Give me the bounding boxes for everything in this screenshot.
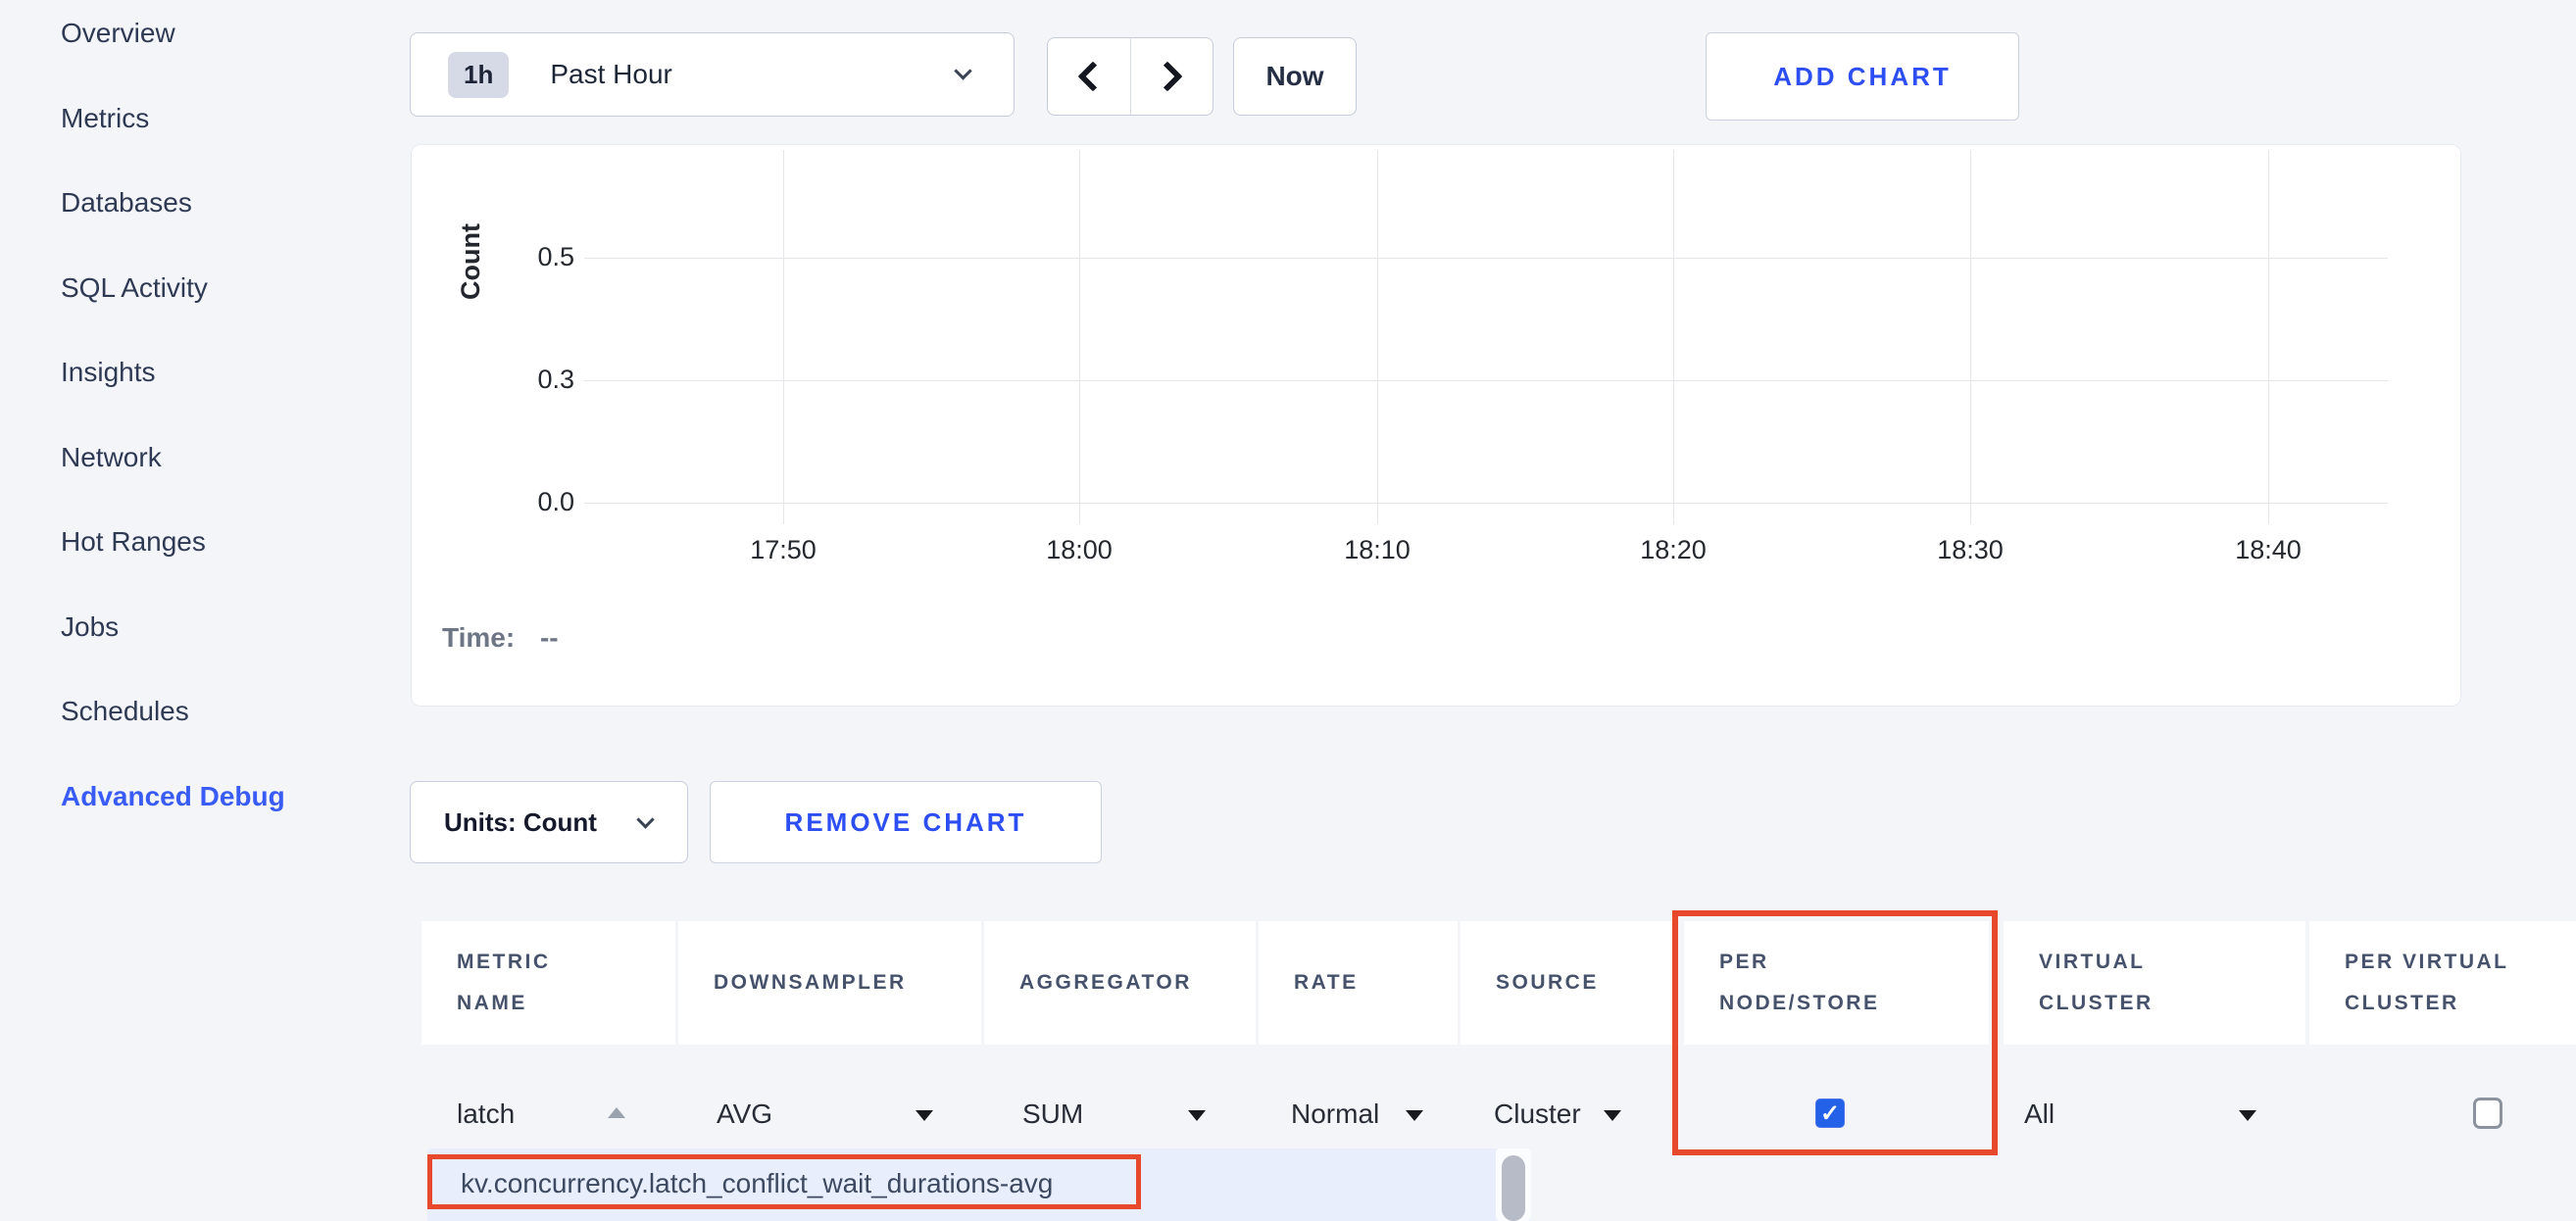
- page: Overview Metrics Databases SQL Activity …: [0, 0, 2576, 1221]
- col-header-per-node-store: Per Node/Store: [1684, 921, 1989, 1045]
- chevron-down-icon: [954, 62, 971, 79]
- col-header-source: Source: [1461, 921, 1675, 1045]
- y-tick-label: 0.3: [457, 365, 574, 395]
- sidebar-item-network[interactable]: Network: [61, 442, 162, 473]
- col-header-label: Virtual Cluster: [2039, 942, 2176, 1024]
- chevron-right-icon: [1153, 61, 1183, 91]
- x-tick-label: 18:00: [1011, 535, 1148, 565]
- dropdown-scrollbar-thumb[interactable]: [1502, 1155, 1525, 1221]
- col-header-label: Per Node/Store: [1719, 942, 1896, 1024]
- sidebar-item-insights[interactable]: Insights: [61, 357, 156, 388]
- x-tick-label: 17:50: [715, 535, 852, 565]
- virtual-cluster-select[interactable]: All: [2024, 1099, 2055, 1130]
- triangle-down-icon[interactable]: [1188, 1110, 1206, 1121]
- chevron-down-icon: [636, 810, 654, 828]
- triangle-down-icon[interactable]: [1406, 1110, 1423, 1121]
- col-header-per-virtual-cluster: Per Virtual Cluster: [2309, 921, 2576, 1045]
- sidebar-item-sql-activity[interactable]: SQL Activity: [61, 272, 208, 304]
- sidebar-item-databases[interactable]: Databases: [61, 187, 192, 219]
- hover-readout-value: --: [540, 622, 559, 653]
- sidebar-item-hot-ranges[interactable]: Hot Ranges: [61, 526, 206, 558]
- add-chart-button[interactable]: ADD CHART: [1706, 32, 2019, 121]
- aggregator-select[interactable]: SUM: [1022, 1099, 1083, 1130]
- x-tick-label: 18:40: [2200, 535, 2337, 565]
- chart-plot-area[interactable]: [584, 150, 2388, 524]
- time-step-buttons: [1047, 37, 1214, 116]
- time-range-badge: 1h: [448, 52, 509, 98]
- col-header-label: Rate: [1294, 962, 1359, 1003]
- sidebar-item-jobs[interactable]: Jobs: [61, 611, 119, 643]
- col-header-label: Metric Name: [457, 942, 584, 1024]
- rate-select[interactable]: Normal: [1291, 1099, 1379, 1130]
- col-header-label: Per Virtual Cluster: [2345, 942, 2551, 1024]
- y-tick-label: 0.0: [457, 487, 574, 517]
- hover-readout-label: Time:: [442, 622, 515, 653]
- per-virtual-cluster-checkbox[interactable]: [2473, 1098, 2502, 1129]
- col-header-metric-name: Metric Name: [421, 921, 675, 1045]
- chart-panel: Count 0.5 0.3 0.0 17:50 18:00 18:10 18:2…: [411, 144, 2461, 707]
- x-tick-label: 18:20: [1605, 535, 1742, 565]
- time-range-selector[interactable]: 1h Past Hour: [410, 32, 1015, 117]
- sidebar-item-metrics[interactable]: Metrics: [61, 103, 149, 134]
- sidebar-item-advanced-debug[interactable]: Advanced Debug: [61, 781, 285, 812]
- sidebar-item-schedules[interactable]: Schedules: [61, 696, 189, 727]
- x-tick-label: 18:30: [1902, 535, 2039, 565]
- units-selector[interactable]: Units: Count: [410, 781, 688, 863]
- col-header-virtual-cluster: Virtual Cluster: [2004, 921, 2305, 1045]
- remove-chart-button[interactable]: REMOVE CHART: [710, 781, 1102, 863]
- time-next-button[interactable]: [1131, 38, 1214, 115]
- col-header-aggregator: Aggregator: [984, 921, 1256, 1045]
- x-tick-label: 18:10: [1309, 535, 1446, 565]
- time-range-label: Past Hour: [550, 59, 672, 90]
- chart-hover-readout: Time: --: [442, 622, 559, 654]
- per-node-store-checkbox[interactable]: [1815, 1099, 1845, 1128]
- col-header-downsampler: Downsampler: [678, 921, 981, 1045]
- col-header-rate: Rate: [1259, 921, 1458, 1045]
- y-tick-label: 0.5: [457, 242, 574, 272]
- triangle-up-icon[interactable]: [608, 1107, 625, 1118]
- metric-name-input[interactable]: latch: [457, 1099, 515, 1130]
- col-header-label: Source: [1496, 962, 1599, 1003]
- units-selector-label: Units: Count: [444, 807, 597, 838]
- col-header-label: Aggregator: [1019, 962, 1192, 1003]
- triangle-down-icon[interactable]: [2239, 1110, 2256, 1121]
- triangle-down-icon[interactable]: [1604, 1110, 1621, 1121]
- source-select[interactable]: Cluster: [1494, 1099, 1581, 1130]
- chevron-left-icon: [1077, 61, 1108, 91]
- downsampler-select[interactable]: AVG: [717, 1099, 772, 1130]
- sidebar-item-overview[interactable]: Overview: [61, 18, 175, 49]
- col-header-label: Downsampler: [714, 962, 907, 1003]
- triangle-down-icon[interactable]: [916, 1110, 933, 1121]
- time-prev-button[interactable]: [1048, 38, 1131, 115]
- now-button[interactable]: Now: [1233, 37, 1357, 116]
- metric-suggestion-item[interactable]: kv.concurrency.latch_conflict_wait_durat…: [461, 1168, 1053, 1199]
